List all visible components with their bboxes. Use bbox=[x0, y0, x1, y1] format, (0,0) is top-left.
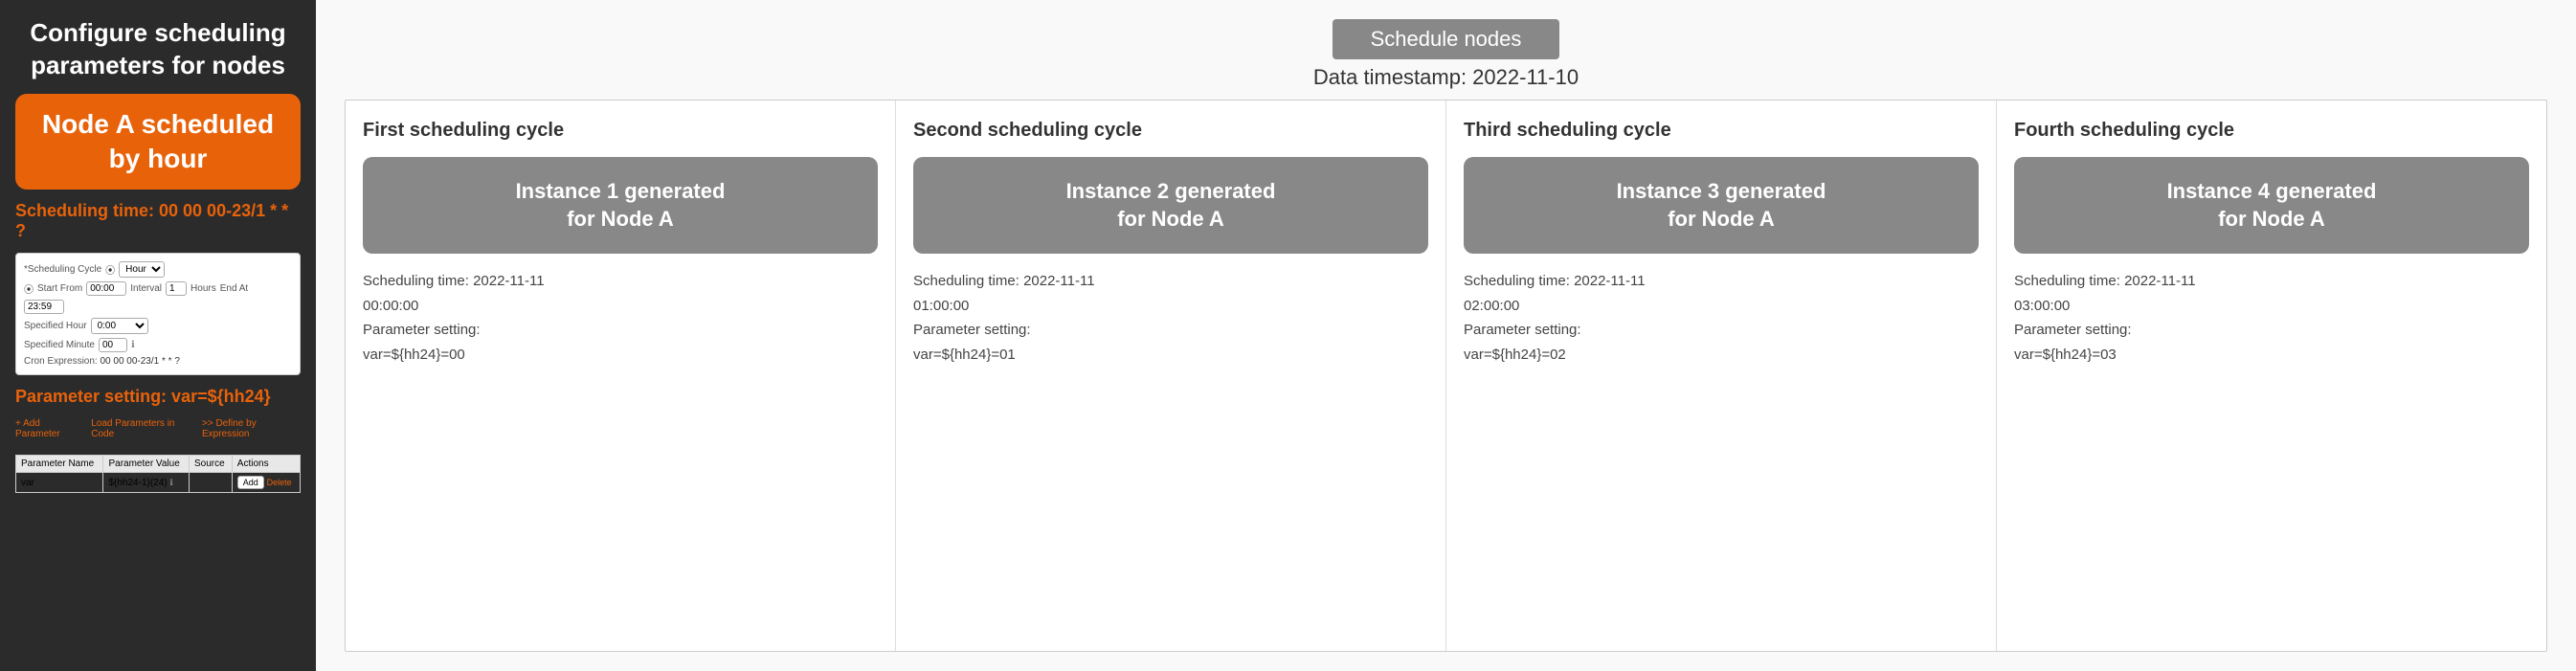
col-param-value: Parameter Value bbox=[103, 456, 190, 473]
cycle-column-2: Second scheduling cycle Instance 2 genera… bbox=[896, 101, 1446, 651]
right-panel: Schedule nodes Data timestamp: 2022-11-1… bbox=[316, 0, 2576, 671]
param-value-cell: ${hh24-1}(24) ℹ bbox=[103, 473, 190, 493]
col-actions: Actions bbox=[232, 456, 300, 473]
instance-box-4: Instance 4 generated for Node A bbox=[2014, 157, 2529, 254]
cycle-title-1: First scheduling cycle bbox=[363, 120, 878, 142]
cycle-title-3: Third scheduling cycle bbox=[1464, 120, 1979, 142]
cycles-container: First scheduling cycle Instance 1 generat… bbox=[345, 100, 2547, 652]
data-timestamp: Data timestamp: 2022-11-10 bbox=[1313, 65, 1579, 90]
define-by-expr-link[interactable]: >> Define by Expression bbox=[202, 418, 301, 439]
start-from-input[interactable] bbox=[86, 281, 126, 296]
col-source: Source bbox=[190, 456, 233, 473]
specified-hour-label: Specified Hour bbox=[24, 321, 87, 331]
info-icon: ℹ bbox=[131, 340, 135, 350]
left-panel-title: Configure scheduling parameters for node… bbox=[15, 17, 301, 82]
end-at-input[interactable] bbox=[24, 300, 64, 314]
interval-label: Interval bbox=[130, 283, 162, 294]
cycle-column-3: Third scheduling cycle Instance 3 generat… bbox=[1446, 101, 1997, 651]
add-button[interactable]: Add bbox=[237, 476, 264, 489]
cycle-column-1: First scheduling cycle Instance 1 generat… bbox=[346, 101, 896, 651]
instance-box-2: Instance 2 generated for Node A bbox=[913, 157, 1428, 254]
instance-box-1: Instance 1 generated for Node A bbox=[363, 157, 878, 254]
delete-button[interactable]: Delete bbox=[267, 478, 292, 487]
interval-input[interactable] bbox=[166, 281, 187, 296]
cycle-column-4: Fourth scheduling cycle Instance 4 genera… bbox=[1997, 101, 2546, 651]
info-small-icon: ℹ bbox=[169, 478, 172, 487]
specified-hour-select[interactable]: 0:00 bbox=[91, 318, 148, 334]
cycle-title-2: Second scheduling cycle bbox=[913, 120, 1428, 142]
cycle-details-3: Scheduling time: 2022-11-11 02:00:00 Par… bbox=[1464, 269, 1979, 367]
param-name-cell: var bbox=[16, 473, 103, 493]
specified-minute-input[interactable] bbox=[99, 338, 127, 352]
right-header: Schedule nodes Data timestamp: 2022-11-1… bbox=[345, 19, 2547, 90]
left-panel: Configure scheduling parameters for node… bbox=[0, 0, 316, 671]
scheduling-cycle-select[interactable]: Hour bbox=[119, 261, 165, 278]
cycle-details-2: Scheduling time: 2022-11-11 01:00:00 Par… bbox=[913, 269, 1428, 367]
cron-expr-value: 00 00 00-23/1 * * ? bbox=[100, 356, 179, 367]
col-param-name: Parameter Name bbox=[16, 456, 103, 473]
param-table: Parameter Name Parameter Value Source Ac… bbox=[15, 455, 301, 493]
cycle-details-1: Scheduling time: 2022-11-11 00:00:00 Par… bbox=[363, 269, 878, 367]
instance-box-3: Instance 3 generated for Node A bbox=[1464, 157, 1979, 254]
node-button[interactable]: Node A scheduled by hour bbox=[15, 94, 301, 190]
radio-start: ⦿ bbox=[24, 281, 34, 296]
cycle-details-4: Scheduling time: 2022-11-11 03:00:00 Par… bbox=[2014, 269, 2529, 367]
table-row: var ${hh24-1}(24) ℹ Add Delete bbox=[16, 473, 301, 493]
scheduling-cycle-label: *Scheduling Cycle bbox=[24, 264, 101, 275]
start-from-label: Start From bbox=[37, 283, 82, 294]
schedule-nodes-button[interactable]: Schedule nodes bbox=[1333, 19, 1560, 59]
scheduling-time-label: Scheduling time: 00 00 00-23/1 * * ? bbox=[15, 201, 301, 241]
config-form-box: *Scheduling Cycle ⦿ Hour ⦿ Start From In… bbox=[15, 253, 301, 375]
cron-expr-label: Cron Expression: bbox=[24, 356, 98, 367]
param-source-cell bbox=[190, 473, 233, 493]
param-actions-row: + Add Parameter Load Parameters in Code … bbox=[15, 418, 301, 439]
end-at-label: End At bbox=[220, 283, 248, 294]
hours-label: Hours bbox=[190, 283, 216, 294]
specified-minute-label: Specified Minute bbox=[24, 340, 95, 350]
parameter-setting-label: Parameter setting: var=${hh24} bbox=[15, 387, 301, 407]
param-actions-cell: Add Delete bbox=[232, 473, 300, 493]
cycle-title-4: Fourth scheduling cycle bbox=[2014, 120, 2529, 142]
radio-icon: ⦿ bbox=[105, 262, 115, 277]
load-file-link[interactable]: Load Parameters in Code bbox=[91, 418, 194, 439]
add-param-link[interactable]: + Add Parameter bbox=[15, 418, 83, 439]
